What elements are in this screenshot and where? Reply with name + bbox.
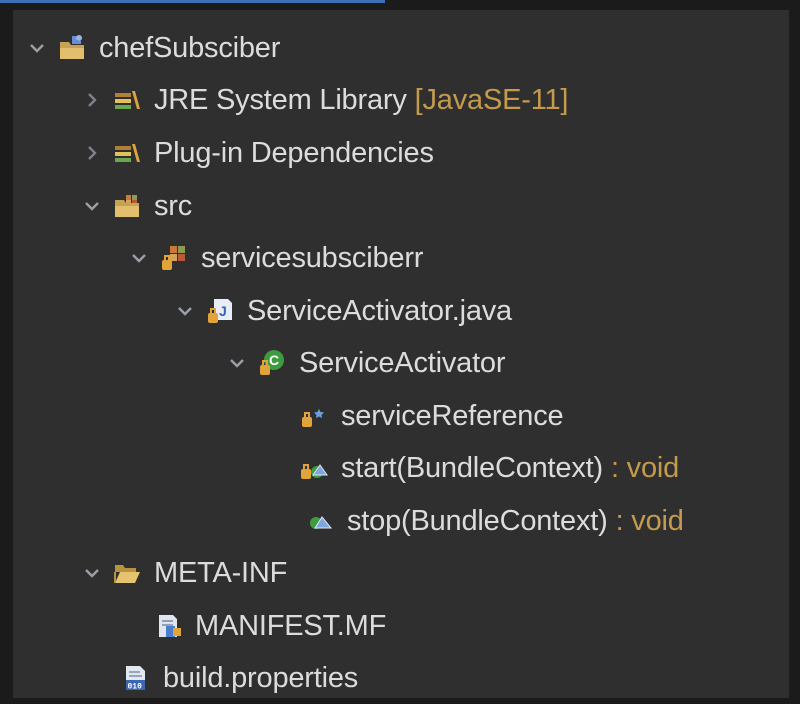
tree-item-decoration: [JavaSE-11]: [414, 83, 569, 116]
chevron-down-icon[interactable]: [171, 297, 199, 325]
tree-item-label: stop(BundleContext): [347, 504, 608, 537]
tree-item-label: build.properties: [163, 661, 359, 694]
tree-item-label: serviceReference: [341, 399, 564, 432]
tree-item-class[interactable]: C ServiceActivator: [223, 337, 506, 389]
package-icon: [159, 243, 189, 273]
tree-item-label: META-INF: [154, 556, 288, 589]
chevron-down-icon[interactable]: [23, 34, 51, 62]
tree-item-manifest[interactable]: MANIFEST.MF: [153, 600, 386, 652]
svg-text:010: 010: [128, 683, 143, 692]
chevron-right-icon[interactable]: [78, 86, 106, 114]
tree-item-label: start(BundleContext): [341, 451, 603, 484]
tree-item-label: ServiceActivator.java: [247, 294, 512, 327]
tree-item-label: ServiceActivator: [299, 346, 506, 379]
chevron-down-icon[interactable]: [78, 559, 106, 587]
tree-item-label: MANIFEST.MF: [195, 609, 387, 642]
source-folder-icon: [112, 191, 142, 221]
svg-text:J: J: [219, 303, 227, 319]
library-icon: [112, 85, 142, 115]
tree-item-package[interactable]: servicesubsciberr: [125, 232, 423, 284]
java-file-icon: J: [205, 296, 235, 326]
library-icon: [112, 138, 142, 168]
tree-item-build-properties[interactable]: 010 build.properties: [121, 652, 358, 704]
plugin-project-icon: [57, 33, 87, 63]
public-method-icon: [299, 453, 329, 483]
tree-item-method-stop[interactable]: stop(BundleContext) : void: [305, 495, 684, 547]
window-frame: chefSubsciber JRE System Library [JavaSE…: [0, 0, 800, 698]
tree-item-plugin-dependencies[interactable]: Plug-in Dependencies: [78, 127, 434, 179]
private-field-icon: [299, 401, 329, 431]
class-icon: C: [257, 348, 287, 378]
tree-item-method-start[interactable]: start(BundleContext) : void: [299, 442, 679, 494]
public-method-icon: [305, 506, 335, 536]
package-explorer-tree: chefSubsciber JRE System Library [JavaSE…: [13, 10, 789, 698]
tree-item-label: chefSubsciber: [99, 31, 281, 64]
tree-item-decoration: : void: [615, 504, 684, 537]
folder-open-icon: [112, 558, 142, 588]
tree-item-meta-inf[interactable]: META-INF: [78, 547, 287, 599]
chevron-down-icon[interactable]: [78, 192, 106, 220]
tree-item-project[interactable]: chefSubsciber: [23, 22, 280, 74]
manifest-file-icon: [153, 611, 183, 641]
properties-file-icon: 010: [121, 663, 151, 693]
chevron-right-icon[interactable]: [78, 139, 106, 167]
tree-item-src[interactable]: src: [78, 180, 192, 232]
tree-item-java-file[interactable]: J ServiceActivator.java: [171, 285, 512, 337]
svg-text:C: C: [269, 352, 279, 368]
tree-item-decoration: : void: [610, 451, 680, 484]
tree-item-jre-library[interactable]: JRE System Library [JavaSE-11]: [78, 74, 568, 126]
tree-item-label: src: [154, 189, 193, 222]
chevron-down-icon[interactable]: [125, 244, 153, 272]
view-tab-indicator: [0, 0, 385, 3]
chevron-down-icon[interactable]: [223, 349, 251, 377]
tree-item-label: Plug-in Dependencies: [154, 136, 434, 169]
tree-item-label: servicesubsciberr: [201, 241, 424, 274]
tree-item-field[interactable]: serviceReference: [299, 390, 564, 442]
tree-item-label: JRE System Library: [154, 83, 407, 116]
